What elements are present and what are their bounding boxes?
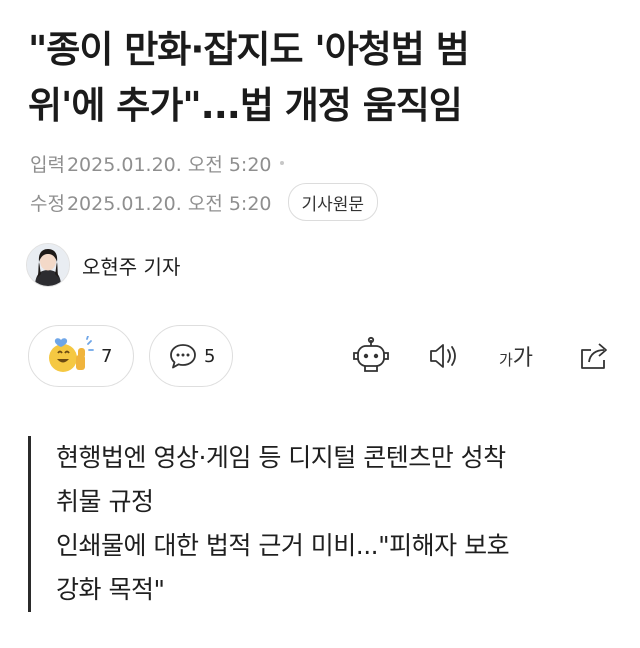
- summary-bot-button[interactable]: [349, 334, 393, 378]
- summary-line-4: 강화 목적": [56, 575, 165, 604]
- reaction-emoji-icon: [45, 336, 97, 376]
- summary-line-2: 취물 규정: [56, 487, 154, 516]
- font-size-button[interactable]: 가가: [494, 334, 538, 378]
- modified-row: 수정 2025.01.20. 오전 5:20 기사원문: [30, 183, 379, 221]
- comment-icon: [168, 342, 198, 370]
- comment-button[interactable]: 5: [149, 325, 233, 387]
- original-article-button[interactable]: 기사원문: [287, 183, 379, 221]
- article-headline: "종이 만화·잡지도 '아청법 범 위'에 추가"...법 개정 움직임: [28, 22, 618, 134]
- headline-line-2: 위'에 추가"...법 개정 움직임: [28, 84, 463, 127]
- text-to-speech-button[interactable]: [421, 334, 465, 378]
- modified-label: 수정: [30, 192, 65, 215]
- font-large-label: 가: [512, 346, 534, 371]
- share-icon: [576, 338, 612, 374]
- share-button[interactable]: [572, 334, 616, 378]
- speaker-icon: [425, 338, 461, 374]
- font-size-icon: 가가: [499, 340, 533, 372]
- published-row: 입력 2025.01.20. 오전 5:20: [30, 148, 284, 178]
- comment-count: 5: [204, 345, 216, 367]
- published-label: 입력: [30, 153, 65, 176]
- article-summary: 현행법엔 영상·게임 등 디지털 콘텐츠만 성착 취물 규정 인쇄물에 대한 법…: [28, 436, 628, 612]
- summary-line-1: 현행법엔 영상·게임 등 디지털 콘텐츠만 성착: [56, 443, 506, 472]
- meta-dot: [279, 161, 284, 165]
- summary-line-3: 인쇄물에 대한 법적 근거 미비..."피해자 보호: [56, 531, 510, 560]
- modified-time: 2025.01.20. 오전 5:20: [66, 192, 272, 215]
- font-small-label: 가: [498, 351, 513, 369]
- summary-bot-icon: [351, 336, 391, 376]
- headline-line-1: "종이 만화·잡지도 '아청법 범: [28, 28, 470, 71]
- reaction-button[interactable]: 7: [28, 325, 134, 387]
- reporter-info[interactable]: 오현주 기자: [26, 243, 180, 287]
- reporter-avatar: [26, 243, 70, 287]
- reporter-name: 오현주 기자: [82, 254, 181, 279]
- reaction-count: 7: [101, 345, 113, 367]
- published-time: 2025.01.20. 오전 5:20: [66, 153, 272, 176]
